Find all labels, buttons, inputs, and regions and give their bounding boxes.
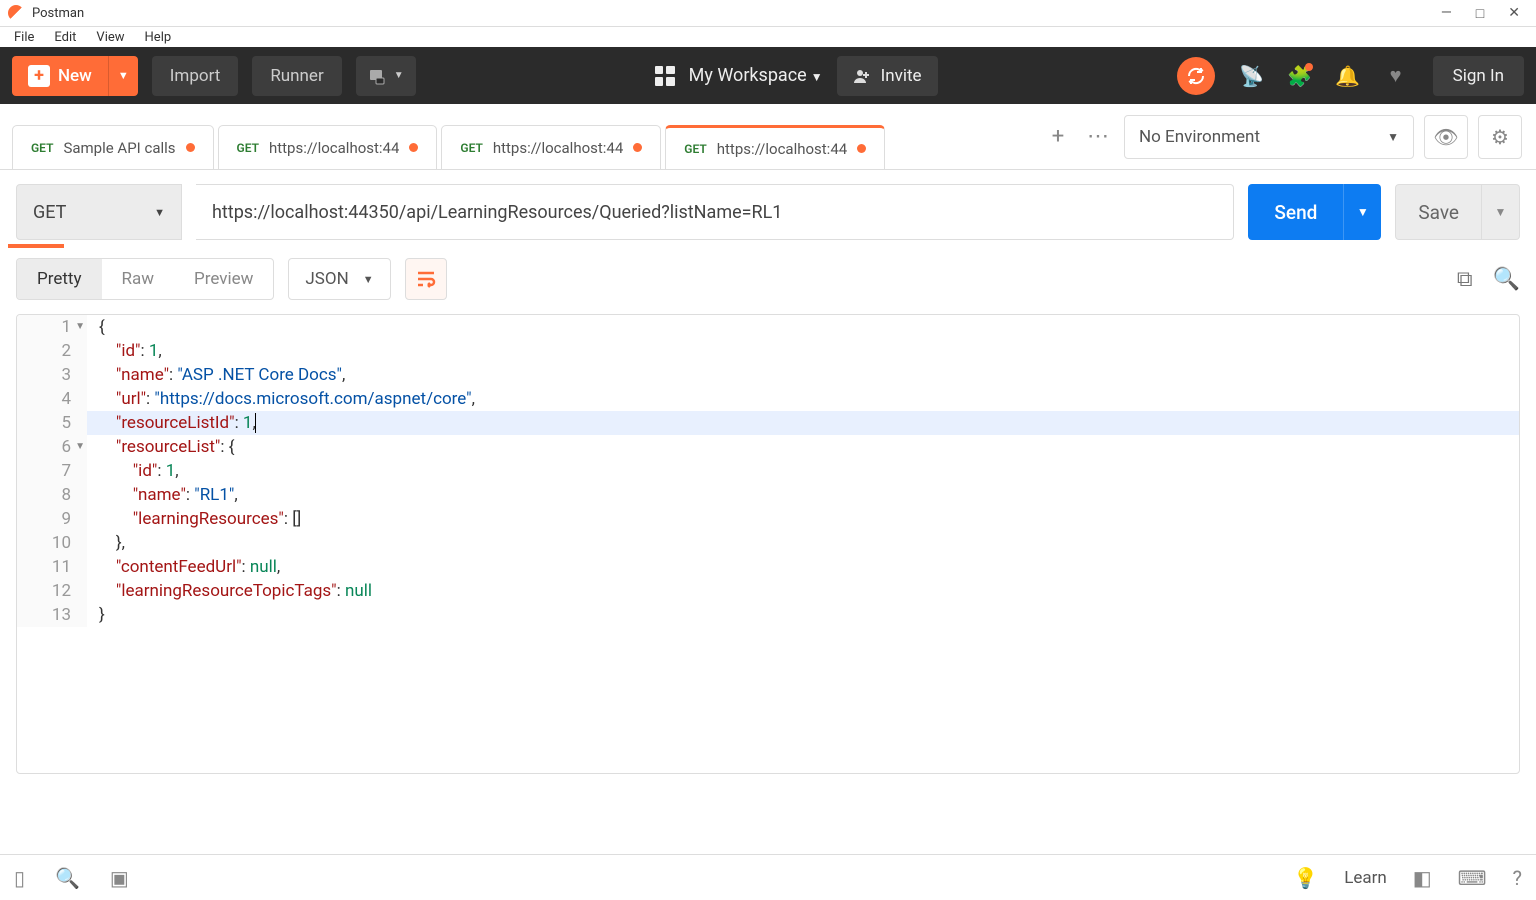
request-tab[interactable]: GET https://localhost:44 (218, 125, 438, 169)
chevron-down-icon: ▼ (363, 273, 374, 286)
tab-method: GET (237, 141, 259, 155)
request-tab[interactable]: GET https://localhost:44 (665, 125, 885, 169)
window-minimize-icon[interactable]: — (1441, 5, 1452, 22)
window-title: Postman (32, 6, 84, 21)
copy-icon[interactable]: ⧉ (1457, 267, 1473, 292)
plus-icon: + (28, 65, 50, 87)
env-settings-button[interactable]: ⚙ (1478, 115, 1522, 159)
bulb-icon[interactable]: 💡 (1293, 866, 1318, 890)
url-input[interactable]: https://localhost:44350/api/LearningReso… (196, 184, 1234, 240)
dirty-indicator-icon (857, 144, 866, 153)
code-line: 13} (17, 603, 1519, 627)
wrap-icon (415, 268, 437, 290)
new-dropdown-button[interactable]: ▼ (108, 56, 138, 96)
http-method-selector[interactable]: GET ▼ (16, 184, 182, 240)
response-toolbar: Pretty Raw Preview JSON ▼ ⧉ 🔍 (0, 248, 1536, 310)
menu-view[interactable]: View (88, 28, 132, 47)
bell-icon[interactable]: 🔔 (1337, 65, 1359, 87)
request-tab[interactable]: GET Sample API calls (12, 125, 214, 169)
fold-icon[interactable]: ▼ (75, 315, 85, 339)
menu-file[interactable]: File (6, 28, 42, 47)
save-dropdown-button[interactable]: ▼ (1482, 184, 1520, 240)
code-line: 12 "learningResourceTopicTags": null (17, 579, 1519, 603)
code-line: 10 }, (17, 531, 1519, 555)
code-line: 6▼ "resourceList": { (17, 435, 1519, 459)
code-line: 3 "name": "ASP .NET Core Docs", (17, 363, 1519, 387)
tab-overflow-button[interactable]: ⋯ (1078, 104, 1118, 169)
invite-icon (853, 67, 871, 85)
code-line: 5 "resourceListId": 1, (17, 411, 1519, 435)
sidebar-toggle-icon[interactable]: ▯ (14, 866, 25, 890)
capture-icon (368, 66, 388, 86)
runner-button[interactable]: Runner (252, 56, 341, 96)
menu-edit[interactable]: Edit (46, 28, 84, 47)
tab-label: https://localhost:44 (717, 140, 847, 158)
new-button[interactable]: + New (12, 56, 108, 96)
sync-button[interactable] (1177, 57, 1215, 95)
sync-icon (1186, 66, 1206, 86)
main-toolbar: + New ▼ Import Runner ▼ My Workspace▼ In… (0, 47, 1536, 104)
tab-label: https://localhost:44 (269, 139, 399, 157)
view-pretty[interactable]: Pretty (17, 259, 102, 299)
dirty-indicator-icon (409, 143, 418, 152)
chevron-down-icon: ▼ (154, 206, 165, 219)
heart-icon[interactable]: ♥ (1385, 65, 1407, 87)
window-maximize-icon[interactable]: □ (1476, 5, 1484, 22)
code-line: 8 "name": "RL1", (17, 483, 1519, 507)
import-button[interactable]: Import (152, 56, 239, 96)
status-bar: ▯ 🔍 ▣ 💡 Learn ◧ ⌨ ? (0, 854, 1536, 900)
code-line: 4 "url": "https://docs.microsoft.com/asp… (17, 387, 1519, 411)
code-line: 2 "id": 1, (17, 339, 1519, 363)
console-icon[interactable]: ▣ (110, 866, 129, 890)
window-titlebar: Postman — □ ✕ (0, 0, 1536, 27)
dirty-indicator-icon (633, 143, 642, 152)
workspace-selector[interactable]: My Workspace▼ (689, 65, 823, 86)
workspace-grid-icon (655, 66, 675, 86)
env-preview-button[interactable]: 👁 (1424, 115, 1468, 159)
find-icon[interactable]: 🔍 (55, 866, 80, 890)
tab-label: Sample API calls (63, 139, 175, 157)
keyboard-icon[interactable]: ⌨ (1458, 866, 1487, 890)
tab-label: https://localhost:44 (493, 139, 623, 157)
search-response-icon[interactable]: 🔍 (1493, 267, 1520, 292)
invite-button[interactable]: Invite (837, 56, 938, 96)
new-button-label: New (58, 66, 92, 86)
dirty-indicator-icon (186, 143, 195, 152)
menu-help[interactable]: Help (137, 28, 180, 47)
postman-logo-icon (8, 5, 24, 21)
code-line: 7 "id": 1, (17, 459, 1519, 483)
plugin-icon[interactable]: 🧩 (1289, 65, 1311, 87)
satellite-icon[interactable]: 📡 (1241, 65, 1263, 87)
learn-link[interactable]: Learn (1344, 868, 1387, 888)
chevron-down-icon: ▼ (1387, 130, 1399, 144)
format-selector[interactable]: JSON ▼ (288, 258, 390, 300)
code-line: 11 "contentFeedUrl": null, (17, 555, 1519, 579)
capture-button[interactable]: ▼ (356, 56, 416, 96)
save-button[interactable]: Save (1395, 184, 1482, 240)
environment-selector[interactable]: No Environment ▼ (1124, 115, 1414, 159)
window-close-icon[interactable]: ✕ (1508, 5, 1520, 22)
response-body[interactable]: 1▼{2 "id": 1,3 "name": "ASP .NET Core Do… (16, 314, 1520, 774)
send-button[interactable]: Send (1248, 184, 1343, 240)
request-tab[interactable]: GET https://localhost:44 (441, 125, 661, 169)
code-line: 1▼{ (17, 315, 1519, 339)
tab-method: GET (31, 141, 53, 155)
help-icon[interactable]: ? (1513, 866, 1522, 890)
tab-row: GET Sample API calls GET https://localhost:… (0, 104, 1536, 170)
request-row: GET ▼ https://localhost:44350/api/Learni… (0, 170, 1536, 244)
two-pane-icon[interactable]: ◧ (1413, 866, 1432, 890)
send-dropdown-button[interactable]: ▼ (1343, 184, 1381, 240)
view-raw[interactable]: Raw (102, 259, 175, 299)
tab-method: GET (684, 142, 706, 156)
wrap-lines-button[interactable] (405, 258, 447, 300)
code-line: 9 "learningResources": [] (17, 507, 1519, 531)
new-tab-button[interactable]: + (1038, 104, 1078, 169)
view-preview[interactable]: Preview (174, 259, 273, 299)
signin-button[interactable]: Sign In (1433, 56, 1524, 96)
tab-method: GET (460, 141, 482, 155)
menu-bar: File Edit View Help (0, 27, 1536, 47)
fold-icon[interactable]: ▼ (75, 435, 85, 459)
